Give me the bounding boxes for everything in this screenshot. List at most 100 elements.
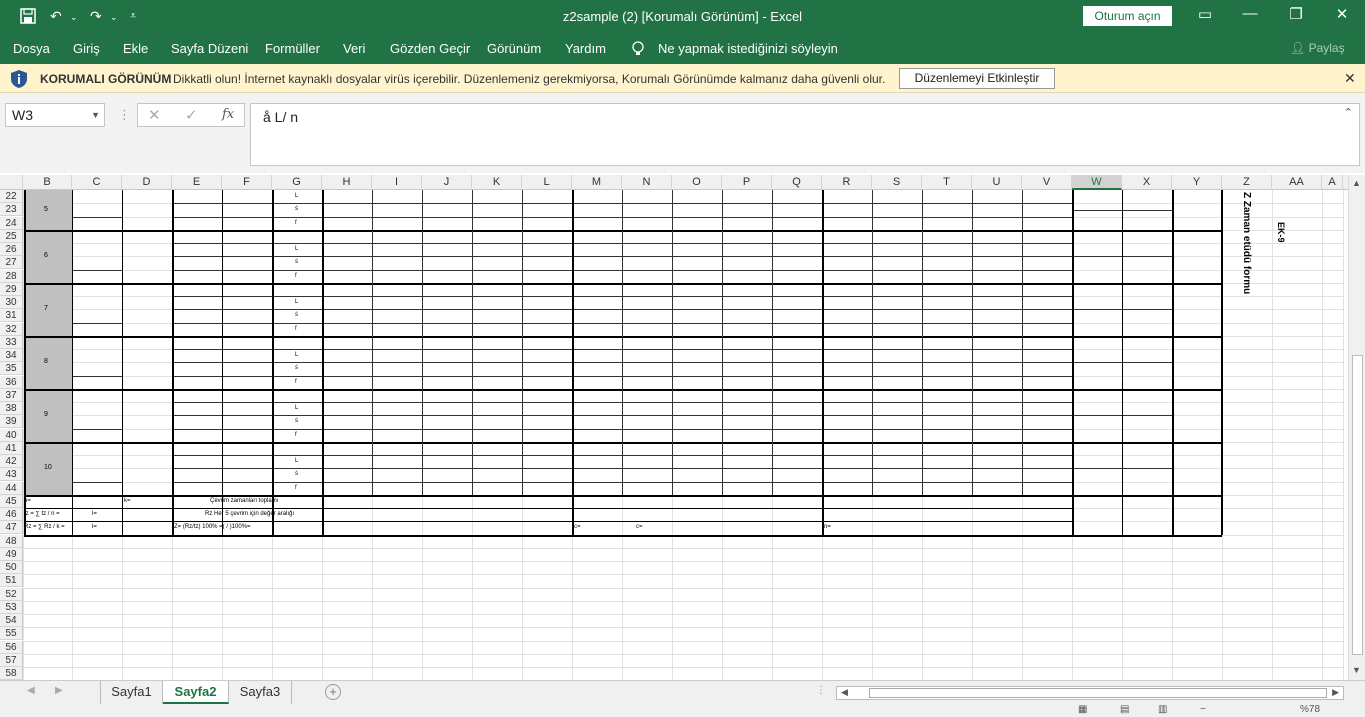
column-header[interactable]: A — [1322, 175, 1343, 190]
signin-button[interactable]: Oturum açın — [1083, 6, 1172, 26]
row-header[interactable]: 52 — [0, 587, 23, 601]
row-header[interactable]: 51 — [0, 574, 23, 588]
page-layout-icon[interactable]: ▤ — [1120, 704, 1129, 715]
function-icon[interactable]: fx — [222, 107, 234, 122]
column-header[interactable]: O — [672, 175, 722, 190]
scroll-down-icon[interactable]: ▼ — [1352, 665, 1361, 675]
row-header[interactable]: 25 — [0, 229, 23, 243]
scroll-up-icon[interactable]: ▲ — [1352, 178, 1361, 188]
column-header[interactable]: I — [372, 175, 422, 190]
column-header[interactable]: H — [322, 175, 372, 190]
tab-split-icon[interactable]: ⋮ — [816, 685, 826, 696]
column-header[interactable]: E — [172, 175, 222, 190]
column-header[interactable]: Y — [1172, 175, 1222, 190]
tab-ekle[interactable]: Ekle — [123, 41, 148, 56]
restore-icon[interactable]: ❐ — [1281, 5, 1311, 23]
row-header[interactable]: 48 — [0, 534, 23, 548]
row-header[interactable]: 56 — [0, 640, 23, 654]
row-header[interactable]: 22 — [0, 190, 23, 203]
row-header[interactable]: 36 — [0, 375, 23, 389]
tab-sayfa2[interactable]: Sayfa2 — [163, 681, 229, 704]
row-header[interactable]: 34 — [0, 349, 23, 362]
page-break-icon[interactable]: ▥ — [1158, 704, 1167, 715]
row-header[interactable]: 47 — [0, 521, 23, 535]
tell-me-input[interactable]: Ne yapmak istediğinizi söyleyin — [658, 41, 838, 56]
ribbon-display-icon[interactable]: ▭ — [1190, 5, 1220, 23]
row-header[interactable]: 58 — [0, 667, 23, 680]
row-header[interactable]: 45 — [0, 494, 23, 508]
column-header[interactable]: J — [422, 175, 472, 190]
tab-giris[interactable]: Giriş — [73, 41, 100, 56]
row-header[interactable]: 33 — [0, 335, 23, 349]
prev-sheet-icon[interactable]: ◀ — [27, 685, 35, 696]
next-sheet-icon[interactable]: ▶ — [55, 685, 63, 696]
column-header[interactable]: L — [522, 175, 572, 190]
close-message-icon[interactable]: ✕ — [1344, 70, 1356, 87]
column-header[interactable]: S — [872, 175, 922, 190]
zoom-level[interactable]: %78 — [1300, 704, 1320, 715]
column-header[interactable]: Q — [772, 175, 822, 190]
tab-sayfa-duzeni[interactable]: Sayfa Düzeni — [171, 41, 248, 56]
row-header[interactable]: 28 — [0, 269, 23, 283]
select-all-corner[interactable] — [0, 175, 23, 190]
row-header[interactable]: 37 — [0, 388, 23, 402]
tab-dosya[interactable]: Dosya — [13, 41, 50, 56]
tab-formuller[interactable]: Formüller — [265, 41, 320, 56]
row-header[interactable]: 49 — [0, 547, 23, 561]
row-header[interactable]: 40 — [0, 428, 23, 442]
enter-icon[interactable]: ✓ — [185, 106, 198, 124]
tab-gozden-gecir[interactable]: Gözden Geçir — [390, 41, 470, 56]
row-header[interactable]: 41 — [0, 441, 23, 455]
row-header[interactable]: 55 — [0, 627, 23, 641]
row-header[interactable]: 27 — [0, 256, 23, 270]
column-header[interactable]: B — [23, 175, 72, 190]
chevron-down-icon[interactable]: ▼ — [91, 104, 100, 126]
formula-input[interactable]: å L/ n ⌃ — [250, 103, 1360, 166]
share-button[interactable]: 👤︎ Paylaş — [1290, 41, 1345, 55]
lightbulb-icon[interactable] — [632, 41, 644, 60]
column-header[interactable]: T — [922, 175, 972, 190]
enable-editing-button[interactable]: Düzenlemeyi Etkinleştir — [899, 68, 1055, 89]
row-header[interactable]: 42 — [0, 455, 23, 468]
column-header[interactable]: P — [722, 175, 772, 190]
tab-sayfa3[interactable]: Sayfa3 — [229, 681, 292, 704]
cancel-icon[interactable]: ✕ — [148, 106, 161, 124]
column-header[interactable]: R — [822, 175, 872, 190]
row-header[interactable]: 53 — [0, 600, 23, 614]
column-header[interactable]: G — [272, 175, 322, 190]
column-header[interactable]: N — [622, 175, 672, 190]
more-options-icon[interactable]: ⋮ — [118, 107, 131, 123]
vertical-scrollbar[interactable]: ▲ ▼ — [1348, 175, 1365, 680]
horizontal-scrollbar[interactable]: ◀ ▶ — [836, 686, 1344, 700]
row-header[interactable]: 23 — [0, 203, 23, 217]
add-sheet-icon[interactable]: + — [325, 684, 341, 700]
scroll-thumb[interactable] — [1352, 355, 1363, 655]
name-box[interactable]: W3 ▼ — [5, 103, 105, 127]
row-header[interactable]: 50 — [0, 561, 23, 574]
collapse-formula-icon[interactable]: ⌃ — [1344, 106, 1353, 119]
row-header[interactable]: 43 — [0, 468, 23, 482]
hscroll-thumb[interactable] — [869, 688, 1327, 698]
column-header[interactable]: AA — [1272, 175, 1322, 190]
column-header[interactable]: D — [122, 175, 172, 190]
row-header[interactable]: 29 — [0, 282, 23, 296]
close-icon[interactable]: ✕ — [1327, 5, 1357, 23]
row-header[interactable]: 35 — [0, 362, 23, 376]
column-header[interactable]: Z — [1222, 175, 1272, 190]
scroll-left-icon[interactable]: ◀ — [841, 687, 848, 698]
row-header[interactable]: 26 — [0, 243, 23, 256]
normal-view-icon[interactable]: ▦ — [1078, 704, 1087, 715]
tab-veri[interactable]: Veri — [343, 41, 365, 56]
column-header[interactable]: C — [72, 175, 122, 190]
column-header[interactable]: U — [972, 175, 1022, 190]
column-header[interactable]: M — [572, 175, 622, 190]
row-header[interactable]: 44 — [0, 481, 23, 495]
tab-sayfa1[interactable]: Sayfa1 — [100, 681, 163, 704]
tab-yardim[interactable]: Yardım — [565, 41, 606, 56]
minimize-icon[interactable]: — — [1235, 5, 1265, 22]
row-header[interactable]: 39 — [0, 415, 23, 429]
zoom-out-icon[interactable]: − — [1200, 704, 1206, 715]
row-header[interactable]: 46 — [0, 508, 23, 521]
column-header[interactable]: F — [222, 175, 272, 190]
column-header[interactable]: X — [1122, 175, 1172, 190]
